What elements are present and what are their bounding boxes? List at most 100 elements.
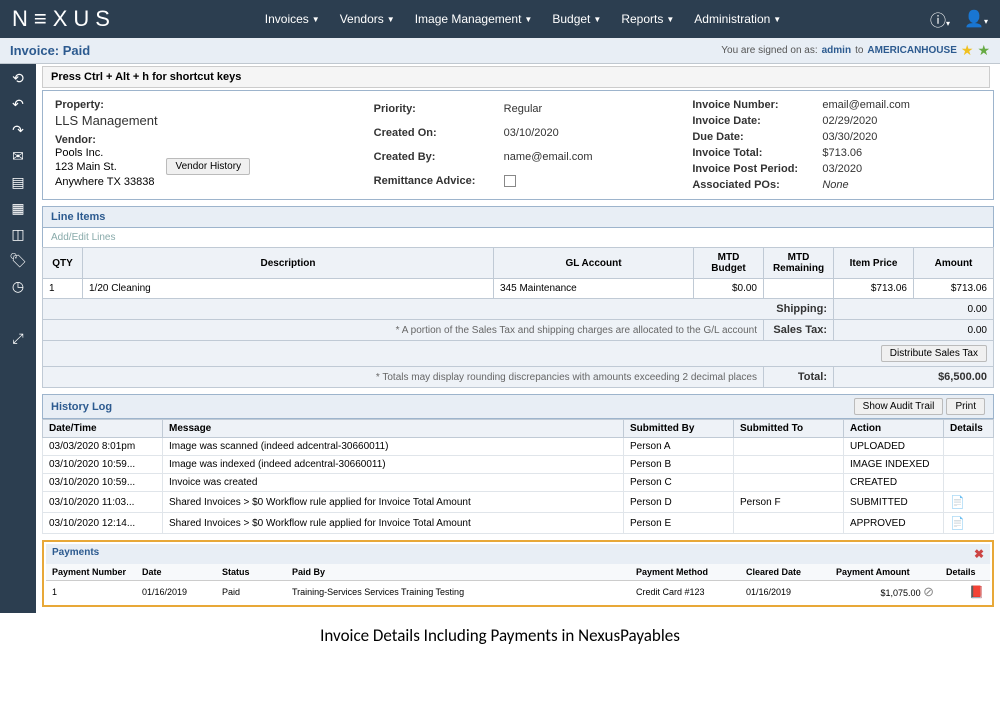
invoice-total-value: $713.06 xyxy=(822,147,981,159)
invoice-summary-panel: Property: LLS Management Vendor: Pools I… xyxy=(42,90,994,200)
property-label: Property: xyxy=(55,99,344,111)
line-item-row[interactable]: 1 1/20 Cleaning 345 Maintenance $0.00 $7… xyxy=(43,279,994,299)
star-icon[interactable]: ★ xyxy=(961,42,974,59)
menu-reports[interactable]: Reports▼ xyxy=(613,6,682,32)
col-gl-account: GL Account xyxy=(494,248,694,279)
menu-vendors[interactable]: Vendors▼ xyxy=(332,6,403,32)
sales-tax-label: Sales Tax: xyxy=(764,320,834,341)
payments-table: Payment Number Date Status Paid By Payme… xyxy=(46,564,990,603)
history-log-header: History Log Show Audit Trail Print xyxy=(42,394,994,419)
total-label: Total: xyxy=(764,367,834,388)
grid-icon[interactable]: ◫ xyxy=(6,224,30,244)
expand-icon[interactable]: ⤢ xyxy=(6,328,30,348)
total-note: * Totals may display rounding discrepanc… xyxy=(43,367,764,388)
priority-label: Priority: xyxy=(374,103,504,115)
help-icon[interactable]: ⓘ▾ xyxy=(930,7,950,31)
col-payment-amount: Payment Amount xyxy=(830,564,940,581)
created-by-label: Created By: xyxy=(374,151,504,163)
col-cleared-date: Cleared Date xyxy=(740,564,830,581)
details-icon[interactable] xyxy=(944,438,994,456)
created-on-label: Created On: xyxy=(374,127,504,139)
tag-icon[interactable]: 🏷 xyxy=(6,250,30,270)
show-audit-trail-button[interactable]: Show Audit Trail xyxy=(854,398,944,415)
shipping-label: Shipping: xyxy=(43,299,834,320)
image-caption: Invoice Details Including Payments in Ne… xyxy=(0,625,1000,646)
vendor-history-button[interactable]: Vendor History xyxy=(166,158,250,175)
void-icon[interactable]: ⊘ xyxy=(923,584,934,599)
history-row: 03/03/2020 8:01pmImage was scanned (inde… xyxy=(43,438,994,456)
shortcut-hint: Press Ctrl + Alt + h for shortcut keys xyxy=(42,66,990,88)
caret-down-icon: ▼ xyxy=(524,15,532,24)
created-on-value: 03/10/2020 xyxy=(504,127,663,139)
invoice-number-label: Invoice Number: xyxy=(692,99,822,111)
caret-down-icon: ▼ xyxy=(312,15,320,24)
star-icon[interactable]: ★ xyxy=(977,42,990,59)
caret-down-icon: ▼ xyxy=(593,15,601,24)
signed-in-status: You are signed on as: admin to AMERICANH… xyxy=(721,42,990,59)
col-details: Details xyxy=(944,420,994,438)
side-rail: ⟲ ↶ ↷ ✉ ▤ ▦ ◫ 🏷 ◷ ⤢ xyxy=(0,64,36,613)
payments-panel: Payments ✖ Payment Number Date Status Pa… xyxy=(42,540,994,607)
col-payment-date: Date xyxy=(136,564,216,581)
arrow-right-icon[interactable]: ↷ xyxy=(6,120,30,140)
col-item-price: Item Price xyxy=(834,248,914,279)
document-icon[interactable]: ▤ xyxy=(6,172,30,192)
back-icon[interactable]: ⟲ xyxy=(6,68,30,88)
invoice-date-value: 02/29/2020 xyxy=(822,115,981,127)
col-mtd-remaining: MTD Remaining xyxy=(764,248,834,279)
print-button[interactable]: Print xyxy=(946,398,985,415)
col-submitted-by: Submitted By xyxy=(624,420,734,438)
pdf-icon[interactable]: 📕 xyxy=(969,585,984,599)
line-items-header: Line Items xyxy=(42,206,994,228)
mail-icon[interactable]: ✉ xyxy=(6,146,30,166)
line-items-table: QTY Description GL Account MTD Budget MT… xyxy=(42,247,994,388)
col-payment-status: Status xyxy=(216,564,286,581)
property-value: LLS Management xyxy=(55,113,344,128)
details-icon[interactable] xyxy=(944,474,994,492)
vendor-name: Pools Inc. xyxy=(55,146,154,160)
user-icon[interactable]: 👤▾ xyxy=(964,9,988,29)
add-edit-lines-link[interactable]: Add/Edit Lines xyxy=(42,228,994,247)
details-icon[interactable] xyxy=(944,456,994,474)
sales-tax-value: 0.00 xyxy=(834,320,994,341)
menu-image-management[interactable]: Image Management▼ xyxy=(407,6,541,32)
post-period-value: 03/2020 xyxy=(822,163,981,175)
sub-header: Invoice: Paid You are signed on as: admi… xyxy=(0,38,1000,64)
priority-value: Regular xyxy=(504,103,663,115)
caret-down-icon: ▼ xyxy=(773,15,781,24)
vendor-label: Vendor: xyxy=(55,134,344,146)
history-row: 03/10/2020 11:03...Shared Invoices > $0 … xyxy=(43,492,994,513)
vendor-addr2: Anywhere TX 33838 xyxy=(55,175,154,189)
col-payment-method: Payment Method xyxy=(630,564,740,581)
invoice-number-value: email@email.com xyxy=(822,99,981,111)
page-title: Invoice: Paid xyxy=(10,43,90,58)
payments-close-icon[interactable]: ✖ xyxy=(974,547,984,561)
invoice-total-label: Invoice Total: xyxy=(692,147,822,159)
remittance-checkbox[interactable] xyxy=(504,175,516,187)
clock-icon[interactable]: ◷ xyxy=(6,276,30,296)
history-table: Date/Time Message Submitted By Submitted… xyxy=(42,419,994,534)
assoc-pos-label: Associated POs: xyxy=(692,179,822,191)
created-by-value: name@email.com xyxy=(504,151,663,163)
menu-administration[interactable]: Administration▼ xyxy=(686,6,789,32)
remittance-label: Remittance Advice: xyxy=(374,175,504,187)
list-icon[interactable]: ▦ xyxy=(6,198,30,218)
caret-down-icon: ▼ xyxy=(666,15,674,24)
history-row: 03/10/2020 12:14...Shared Invoices > $0 … xyxy=(43,513,994,534)
col-qty: QTY xyxy=(43,248,83,279)
col-paid-by: Paid By xyxy=(286,564,630,581)
menu-invoices[interactable]: Invoices▼ xyxy=(257,6,328,32)
logo: N≡XUS xyxy=(12,6,116,32)
arrow-left-icon[interactable]: ↶ xyxy=(6,94,30,114)
total-value: $6,500.00 xyxy=(834,367,994,388)
distribute-tax-button[interactable]: Distribute Sales Tax xyxy=(881,345,987,362)
details-icon[interactable]: 📄 xyxy=(944,492,994,513)
col-datetime: Date/Time xyxy=(43,420,163,438)
caret-down-icon: ▼ xyxy=(387,15,395,24)
details-icon[interactable]: 📄 xyxy=(944,513,994,534)
history-row: 03/10/2020 10:59...Invoice was createdPe… xyxy=(43,474,994,492)
col-description: Description xyxy=(83,248,494,279)
top-nav-bar: N≡XUS Invoices▼ Vendors▼ Image Managemen… xyxy=(0,0,1000,38)
menu-budget[interactable]: Budget▼ xyxy=(544,6,609,32)
shipping-value: 0.00 xyxy=(834,299,994,320)
